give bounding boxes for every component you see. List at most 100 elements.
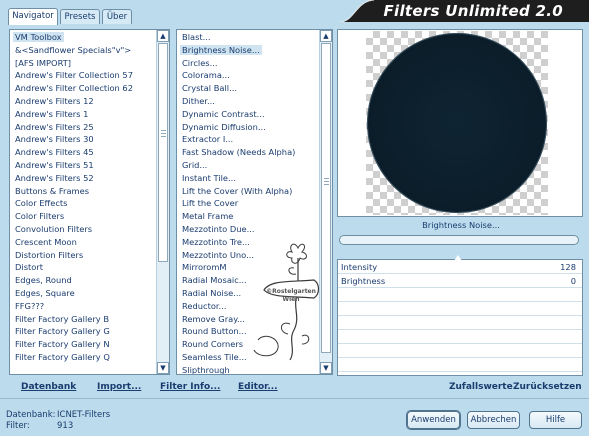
category-item-label: Andrew's Filter Collection 57 — [15, 70, 133, 81]
tab-ueber[interactable]: Über — [102, 9, 132, 24]
tab-navigator[interactable]: Navigator — [8, 8, 58, 25]
param-row-brightness[interactable]: Brightness 0 — [338, 275, 582, 288]
datenbank-info-value: ICNET-Filters — [57, 410, 111, 420]
filter-item[interactable]: Instant Tile... — [177, 172, 318, 185]
filter-item[interactable]: Crystal Ball... — [177, 82, 318, 95]
watermark-line1: ©Rostelgarten — [266, 288, 316, 295]
import-button[interactable]: Import... — [97, 382, 141, 392]
filters-unlimited-window: Navigator Presets Über Filters Unlimited… — [0, 0, 589, 436]
category-item[interactable]: &<Sandflower Specials"v"> — [10, 44, 155, 57]
category-item[interactable]: Edges, Round — [10, 274, 155, 287]
help-button[interactable]: Hilfe — [529, 411, 582, 429]
param-value: 0 — [570, 276, 576, 286]
category-item[interactable]: Andrew's Filters 25 — [10, 121, 155, 134]
preview-filter-name: Brightness Noise... — [422, 220, 500, 230]
filter-item[interactable]: Dither... — [177, 95, 318, 108]
filter-item[interactable]: Dynamic Contrast... — [177, 108, 318, 121]
param-row-empty — [338, 317, 582, 330]
filter-item[interactable]: Fast Shadow (Needs Alpha) — [177, 146, 318, 159]
filter-item-label: Circles... — [182, 57, 218, 68]
watermark-logo — [253, 243, 320, 361]
filter-item[interactable]: Extractor I... — [177, 133, 318, 146]
param-row-empty — [338, 289, 582, 302]
category-item[interactable]: Distortion Filters — [10, 249, 155, 262]
category-item[interactable]: Andrew's Filters 30 — [10, 133, 155, 146]
filter-item[interactable]: Dynamic Diffusion... — [177, 121, 318, 134]
category-item[interactable]: Andrew's Filter Collection 57 — [10, 69, 155, 82]
category-item[interactable]: Andrew's Filters 1 — [10, 108, 155, 121]
filter-info-button[interactable]: Filter Info... — [160, 382, 220, 392]
category-item[interactable]: Andrew's Filters 12 — [10, 95, 155, 108]
scroll-down-button[interactable]: ▼ — [157, 362, 169, 374]
category-item[interactable]: Filter Factory Gallery Q — [10, 351, 155, 364]
category-item[interactable]: FFG??? — [10, 300, 155, 313]
preview-image — [367, 33, 547, 213]
filter-item-label: Dynamic Contrast... — [182, 108, 265, 119]
param-row-empty — [338, 345, 582, 358]
import-label: Import... — [97, 382, 142, 392]
filter-item[interactable]: Mezzotinto Due... — [177, 223, 318, 236]
category-item[interactable]: VM Toolbox — [10, 31, 155, 44]
filter-item-label: Reductor... — [182, 300, 227, 311]
category-item-label: Andrew's Filters 25 — [15, 121, 94, 132]
filter-item[interactable]: Lift the Cover — [177, 197, 318, 210]
filter-item[interactable]: Circles... — [177, 57, 318, 70]
category-item-label: Andrew's Filter Collection 62 — [15, 83, 133, 94]
filter-item[interactable]: Metal Frame — [177, 210, 318, 223]
scroll-up-button[interactable]: ▲ — [157, 30, 169, 42]
datenbank-button[interactable]: Datenbank — [21, 382, 76, 392]
editor-button[interactable]: Editor... — [238, 382, 278, 392]
param-value: 128 — [560, 262, 576, 272]
zuruecksetzen-button[interactable]: Zurücksetzen — [513, 382, 582, 392]
category-item[interactable]: Andrew's Filters 45 — [10, 146, 155, 159]
filter-item-label: Slipthrough — [182, 364, 230, 375]
filter-item[interactable]: Grid... — [177, 159, 318, 172]
category-item[interactable]: Filter Factory Gallery N — [10, 338, 155, 351]
progress-bar — [339, 235, 579, 245]
watermark-text: ©Rostelgarten Wien — [262, 288, 320, 304]
category-item[interactable]: Andrew's Filter Collection 62 — [10, 82, 155, 95]
category-item[interactable]: Convolution Filters — [10, 223, 155, 236]
category-item[interactable]: Buttons & Frames — [10, 185, 155, 198]
title-banner: Filters Unlimited 2.0 — [340, 0, 589, 22]
category-item[interactable]: Edges, Square — [10, 287, 155, 300]
filter-item-label: Mezzotinto Due... — [182, 223, 255, 234]
datenbank-label: Datenbank — [21, 382, 77, 392]
category-item[interactable]: Filter Factory Gallery G — [10, 325, 155, 338]
filter-item[interactable]: Blast... — [177, 31, 318, 44]
filter-item-label: Metal Frame — [182, 211, 234, 222]
filter-item[interactable]: Brightness Noise... — [177, 44, 318, 57]
cancel-button[interactable]: Abbrechen — [467, 411, 520, 429]
category-item[interactable]: Color Effects — [10, 197, 155, 210]
category-item[interactable]: Distort — [10, 261, 155, 274]
tab-presets[interactable]: Presets — [60, 9, 100, 24]
zufallswerte-button[interactable]: Zufallswerte — [449, 382, 513, 392]
category-item[interactable]: [AFS IMPORT] — [10, 57, 155, 70]
category-item[interactable]: Andrew's Filters 51 — [10, 159, 155, 172]
datenbank-info-label: Datenbank: — [6, 410, 56, 420]
category-item[interactable]: Crescent Moon — [10, 236, 155, 249]
filter-item[interactable]: Lift the Cover (With Alpha) — [177, 185, 318, 198]
category-list[interactable]: VM Toolbox &<Sandflower Specials"v"> [AFS … — [9, 29, 170, 375]
category-item-label: Distortion Filters — [15, 249, 84, 260]
param-row-intensity[interactable]: Intensity 128 — [338, 261, 582, 274]
category-item[interactable]: Andrew's Filters 52 — [10, 172, 155, 185]
category-item[interactable]: Filter Factory Gallery B — [10, 313, 155, 326]
category-item-label: Andrew's Filters 45 — [15, 147, 94, 158]
scroll-thumb[interactable] — [158, 43, 168, 262]
scroll-up-button[interactable]: ▲ — [320, 30, 332, 42]
app-title: Filters Unlimited 2.0 — [383, 2, 563, 20]
category-item[interactable]: Color Filters — [10, 210, 155, 223]
param-row-empty — [338, 359, 582, 372]
filter-count-value: 913 — [57, 421, 74, 431]
filter-item-label: Mezzotinto Uno... — [182, 249, 255, 260]
filter-count-label: Filter: — [6, 421, 30, 431]
filter-item[interactable]: Colorama... — [177, 69, 318, 82]
category-item-label: Edges, Square — [15, 287, 75, 298]
watermark-line2: Wien — [282, 296, 300, 303]
category-scrollbar[interactable]: ▲ ▼ — [156, 30, 169, 374]
parameter-panel: Intensity 128 Brightness 0 — [337, 255, 583, 376]
filter-item-label: Remove Gray... — [182, 313, 245, 324]
apply-button[interactable]: Anwenden — [407, 411, 460, 429]
filter-item-label: Radial Noise... — [182, 287, 242, 298]
